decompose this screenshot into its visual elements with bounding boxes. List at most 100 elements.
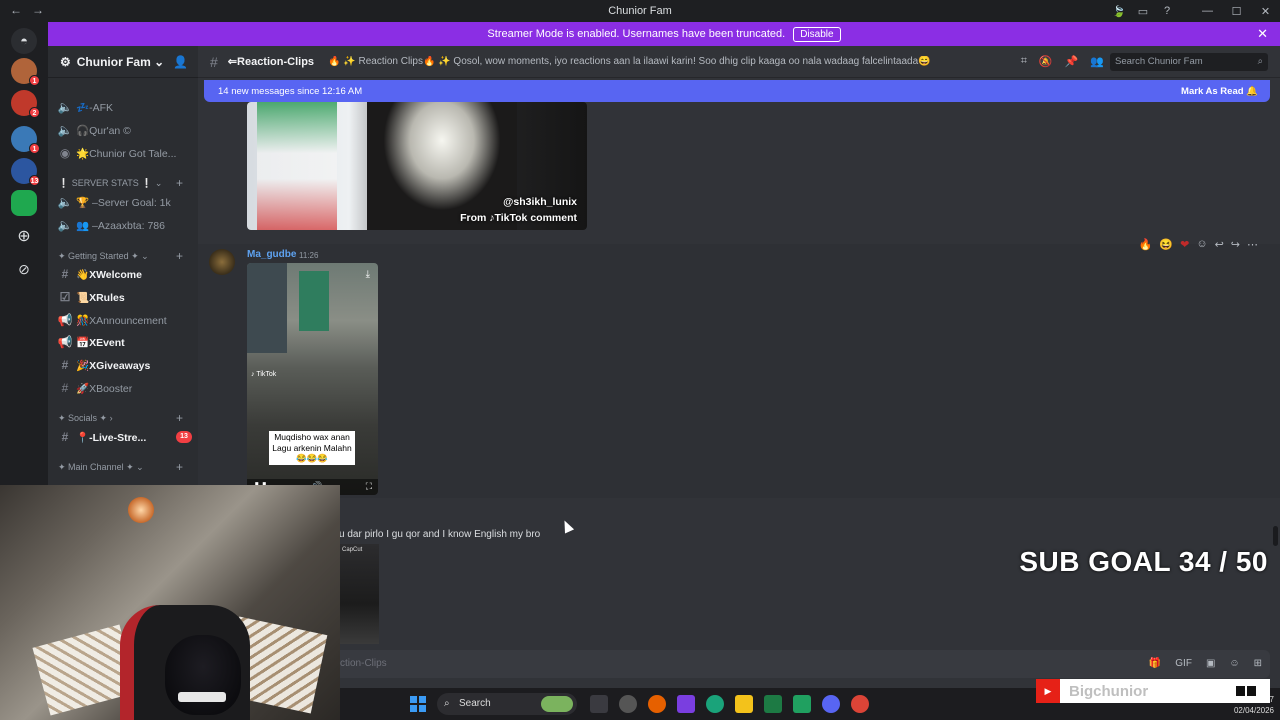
close-window-button[interactable]: ✕ xyxy=(1251,5,1280,18)
members-icon[interactable]: 👥 xyxy=(1090,55,1104,68)
channel-server-goal[interactable]: 🔈 🏆 –Server Goal: 1k xyxy=(54,192,194,212)
task-view-icon[interactable] xyxy=(590,695,608,713)
search-input[interactable]: Search Chunior Fam ⌕ xyxy=(1110,53,1268,71)
category-label: ✦ Main Channel ✦ ⌄ xyxy=(58,462,144,472)
channel-announcement[interactable]: 📢 🎊XAnnouncement xyxy=(54,310,194,330)
message-input[interactable]: ction-Clips 🎁 GIF ▣ ☺ ⊞ xyxy=(204,650,1270,678)
tiktok-logo: ♪ TikTok xyxy=(251,371,277,378)
chrome-icon[interactable] xyxy=(851,695,869,713)
avatar[interactable] xyxy=(209,249,235,275)
app-icon-green[interactable] xyxy=(793,695,811,713)
channel-got-talent[interactable]: ◉ 🌟Chunior Got Tale... xyxy=(54,143,194,163)
server-icon-3[interactable]: 1 xyxy=(11,126,40,154)
category-label: ❕ SERVER STATS ❕ ⌄ xyxy=(58,178,163,188)
disable-button[interactable]: Disable xyxy=(793,26,841,42)
help-icon[interactable]: ? xyxy=(1155,5,1179,17)
taskbar-search[interactable]: ⌕ Search xyxy=(437,693,577,715)
file-explorer-icon[interactable] xyxy=(735,695,753,713)
channel-quran[interactable]: 🔈 🎧Qur'an © xyxy=(54,120,194,140)
windows-start-icon[interactable] xyxy=(410,696,426,712)
excel-icon[interactable] xyxy=(764,695,782,713)
megaphone-icon: 📢 xyxy=(57,313,73,327)
discord-app-icon[interactable] xyxy=(822,695,840,713)
laugh-reaction-icon[interactable]: 😆 xyxy=(1159,238,1173,251)
channel-rules[interactable]: ☑ 📜XRules xyxy=(54,287,194,307)
mark-as-read-button[interactable]: Mark As Read 🔔 xyxy=(1181,86,1258,97)
channel-afk[interactable]: 🔈 💤-AFK xyxy=(54,97,194,117)
add-reaction-icon[interactable]: ☺ xyxy=(1196,238,1207,251)
webcam-overlay xyxy=(0,485,340,720)
nitro-icon[interactable]: 🍃 xyxy=(1107,5,1131,18)
m365-icon[interactable] xyxy=(677,695,695,713)
edge-icon[interactable] xyxy=(706,695,724,713)
channel-booster[interactable]: # 🚀XBooster xyxy=(54,378,194,398)
server-icon-5[interactable] xyxy=(11,190,37,216)
hash-icon: # xyxy=(61,267,69,281)
server-icon-2[interactable]: 2 xyxy=(11,90,40,118)
add-server-icon[interactable]: ⊕ xyxy=(11,224,37,250)
video-attachment-3[interactable]: CapCut xyxy=(339,544,379,644)
download-icon[interactable]: ⤓ xyxy=(366,269,370,280)
category-socials[interactable]: ✦ Socials ✦ › + xyxy=(58,411,183,425)
apps-icon[interactable]: ⊞ xyxy=(1254,650,1262,678)
channel-giveaways[interactable]: # 🎉XGiveaways xyxy=(54,355,194,375)
add-channel-icon[interactable]: + xyxy=(176,249,183,263)
server-icon-4[interactable]: 13 xyxy=(11,158,40,186)
search-highlight-image xyxy=(541,696,573,712)
more-icon[interactable]: ⋯ xyxy=(1247,238,1258,251)
discord-home-icon[interactable]: ◓ xyxy=(11,28,37,54)
scrollbar-thumb[interactable] xyxy=(1273,526,1278,546)
search-icon: ⌕ xyxy=(444,698,450,709)
guild-header[interactable]: ⚙ Chunior Fam ⌄ 👤 xyxy=(48,46,198,78)
speaker-icon: 🔈 xyxy=(57,123,73,137)
sticker-icon[interactable]: ▣ xyxy=(1206,650,1215,678)
category-server-stats[interactable]: ❕ SERVER STATS ❕ ⌄ + xyxy=(58,176,183,190)
reply-icon[interactable]: ↩ xyxy=(1215,238,1224,251)
channel-topic[interactable]: 🔥 ✨ Reaction Clips🔥 ✨ Qosol, wow moments… xyxy=(328,56,938,67)
add-channel-icon[interactable]: + xyxy=(176,176,183,190)
add-channel-icon[interactable]: + xyxy=(176,460,183,474)
lamp xyxy=(128,497,154,523)
streamer-glasses xyxy=(178,692,226,702)
close-icon[interactable]: ✕ xyxy=(1257,26,1268,42)
gift-icon[interactable]: 🎁 xyxy=(1149,650,1161,678)
server-icon-1[interactable]: 1 xyxy=(11,58,40,86)
firefox-icon[interactable] xyxy=(648,695,666,713)
threads-icon[interactable]: ⌗ xyxy=(1021,55,1027,68)
message-timestamp: 11:26 xyxy=(299,251,319,260)
maximize-button[interactable]: ☐ xyxy=(1222,5,1251,18)
new-messages-bar[interactable]: 14 new messages since 12:16 AM Mark As R… xyxy=(204,80,1270,102)
hash-icon: # xyxy=(61,430,69,444)
channel-label: 📅XEvent xyxy=(76,336,125,349)
rules-icon: ☑ xyxy=(59,290,71,304)
minimize-button[interactable]: — xyxy=(1193,5,1222,18)
heart-reaction-icon[interactable]: ❤ xyxy=(1180,238,1189,251)
channel-event[interactable]: 📢 📅XEvent xyxy=(54,332,194,352)
category-getting-started[interactable]: ✦ Getting Started ✦ ⌄ + xyxy=(58,249,183,263)
fire-reaction-icon[interactable]: 🔥 xyxy=(1139,238,1153,251)
category-main-channel[interactable]: ✦ Main Channel ✦ ⌄ + xyxy=(58,460,183,474)
speaker-icon: 🔈 xyxy=(57,195,73,209)
watermark-handle: @sh3ikh_lunix xyxy=(503,196,577,208)
message-text: u dar pirlo I gu qor and I know English … xyxy=(339,529,541,540)
video-attachment-1[interactable]: @sh3ikh_lunix From ♪TikTok comment xyxy=(247,102,587,230)
add-member-icon[interactable]: 👤 xyxy=(173,55,188,69)
inbox-icon[interactable]: ▭ xyxy=(1131,5,1155,18)
emoji-icon[interactable]: ☺ xyxy=(1229,650,1239,678)
pin-icon[interactable]: 📌 xyxy=(1065,55,1079,68)
search-placeholder: Search Chunior Fam xyxy=(1115,56,1203,67)
channel-welcome[interactable]: # 👋XWelcome xyxy=(54,264,194,284)
gif-icon[interactable]: GIF xyxy=(1175,650,1192,678)
add-channel-icon[interactable]: + xyxy=(176,411,183,425)
mute-bell-icon[interactable]: 🔕 xyxy=(1039,55,1053,68)
video-attachment-2[interactable]: ⤓ ♪ TikTok Muqdisho wax anan Lagu arkeni… xyxy=(247,263,378,495)
settings-app-icon[interactable] xyxy=(619,695,637,713)
forward-icon[interactable]: ↪ xyxy=(1231,238,1240,251)
channel-live-streams[interactable]: # 📍-Live-Stre... 13 xyxy=(54,427,194,447)
channel-label: 🎊XAnnouncement xyxy=(76,314,167,327)
channel-azaaxbta[interactable]: 🔈 👥 –Azaaxbta: 786 xyxy=(54,215,194,235)
message-author[interactable]: Ma_gudbe xyxy=(247,249,296,260)
taskbar-search-label: Search xyxy=(459,698,491,709)
fullscreen-icon[interactable]: ⛶ xyxy=(366,481,372,493)
discover-icon[interactable]: ⊘ xyxy=(11,256,37,282)
